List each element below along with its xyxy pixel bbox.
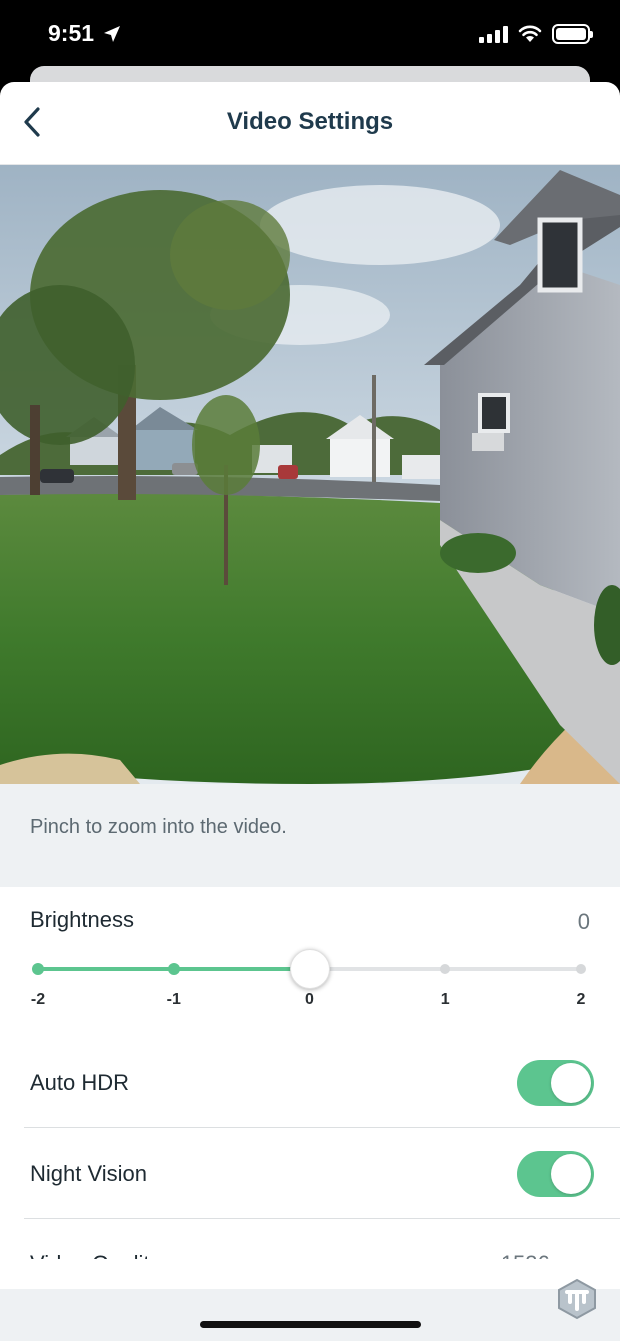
slider-step-dot[interactable] (440, 964, 451, 974)
slider-tick-label: 1 (440, 991, 450, 1008)
nav-bar: Video Settings (0, 82, 620, 165)
slider-step-dot[interactable] (32, 963, 44, 975)
slider-thumb[interactable] (289, 949, 330, 989)
slider-tick-label: 0 (305, 991, 314, 1008)
video-quality-row[interactable]: Video Quality 1536p (24, 1219, 620, 1259)
home-indicator[interactable] (200, 1321, 421, 1328)
status-icons (479, 24, 593, 44)
slider-step-dot[interactable] (167, 963, 180, 975)
brightness-value: 0 (577, 909, 590, 934)
location-arrow-icon (104, 26, 120, 42)
night-vision-row: Night Vision (24, 1128, 620, 1219)
video-preview[interactable] (0, 165, 620, 784)
auto-hdr-toggle[interactable] (517, 1060, 594, 1106)
video-settings-sheet: Video Settings Pinch to zoom into the vi… (0, 82, 620, 1341)
zoom-hint-text: Pinch to zoom into the video. (30, 816, 287, 838)
slider-tick-label: 2 (576, 991, 586, 1008)
wifi-icon (518, 25, 542, 42)
battery-icon (552, 24, 593, 44)
status-bar: 9:51 (0, 0, 620, 68)
slider-step-dot[interactable] (576, 964, 586, 974)
status-time: 9:51 (48, 20, 95, 46)
auto-hdr-row: Auto HDR (24, 1037, 620, 1128)
cellular-signal-icon (479, 25, 508, 43)
video-quality-value: 1536p (501, 1251, 562, 1259)
home-indicator-area (0, 1289, 620, 1341)
brightness-label: Brightness (30, 907, 134, 932)
auto-hdr-label: Auto HDR (30, 1070, 130, 1095)
zoom-hint-section: Pinch to zoom into the video. (0, 784, 620, 887)
video-quality-label: Video Quality (30, 1251, 160, 1259)
slider-tick-label: -1 (166, 991, 181, 1008)
slider-tick-label: -2 (30, 991, 46, 1008)
night-vision-label: Night Vision (30, 1161, 147, 1186)
page-title: Video Settings (226, 108, 394, 135)
camera-feed-image (0, 165, 620, 784)
night-vision-toggle[interactable] (517, 1151, 594, 1197)
brightness-section: Brightness 0 -2 -1 0 1 2 (0, 887, 620, 1037)
watermark-logo-icon (558, 1278, 596, 1320)
